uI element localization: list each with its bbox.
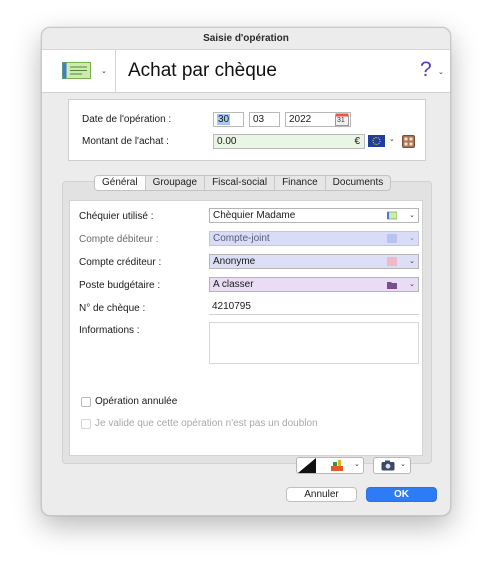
window-title: Saisie d'opération: [203, 33, 289, 44]
credit-account-label: Compte créditeur :: [79, 257, 162, 268]
cheque-icon: [62, 62, 91, 79]
cheque-number-field[interactable]: 4210795: [209, 300, 419, 315]
chevron-down-icon: ⌄: [400, 461, 406, 468]
checkbook-label: Chéquier utilisé :: [79, 211, 154, 222]
dialog-header: ⌄ Achat par chèque ? ⌄: [42, 49, 450, 93]
chevron-down-icon: ⌄: [409, 212, 415, 219]
not-duplicate-checkbox[interactable]: [81, 419, 91, 429]
scan-document-button[interactable]: ⌄: [373, 457, 411, 474]
date-day-field[interactable]: 30: [213, 112, 244, 127]
calendar-day-text: 31: [337, 117, 345, 124]
budget-item-label: Poste budgétaire :: [79, 280, 161, 291]
chevron-down-icon[interactable]: ⌄: [438, 68, 444, 76]
chevron-down-icon: ⌄: [354, 461, 360, 468]
general-tab-panel: Chéquier utilisé : Chèquier Madame ⌄ Com…: [69, 200, 423, 474]
calculator-icon[interactable]: [402, 135, 415, 148]
chevron-down-icon: ⌄: [389, 136, 395, 143]
credit-account-select[interactable]: Anonyme ⌄: [209, 254, 419, 269]
tab-general[interactable]: Général: [95, 176, 146, 190]
date-amount-panel: Date de l'opération : 30 03 2022 31 Mont…: [68, 99, 426, 161]
eu-flag-icon: [368, 135, 385, 147]
cheque-number-label: N° de chèque :: [79, 303, 146, 314]
debit-account-select[interactable]: Compte-joint ⌄: [209, 231, 419, 246]
cancelled-checkbox[interactable]: [81, 397, 91, 407]
checkbook-select[interactable]: Chèquier Madame ⌄: [209, 208, 419, 223]
ok-button[interactable]: OK: [366, 487, 437, 502]
amount-field[interactable]: 0.00 €: [213, 134, 365, 149]
account-color-icon: [387, 234, 397, 243]
chevron-down-icon: ⌄: [409, 281, 415, 288]
operation-type-selector[interactable]: ⌄: [42, 50, 116, 93]
color-tag-button[interactable]: ⌄: [296, 457, 364, 474]
not-duplicate-label: Je valide que cette opération n'est pas …: [95, 418, 318, 429]
help-icon[interactable]: ?: [420, 58, 432, 82]
tab-documents[interactable]: Documents: [326, 176, 391, 190]
payee-color-icon: [387, 257, 397, 266]
budget-item-select[interactable]: A classer ⌄: [209, 277, 419, 292]
calendar-icon[interactable]: 31: [335, 113, 349, 126]
chevron-down-icon: ⌄: [101, 68, 107, 75]
currency-symbol: €: [354, 136, 360, 147]
information-label: Informations :: [79, 325, 140, 336]
information-textarea[interactable]: [209, 322, 419, 364]
camera-icon: [381, 460, 395, 471]
paint-brush-icon: [331, 460, 343, 471]
amount-label: Montant de l'achat :: [82, 136, 169, 147]
currency-selector[interactable]: ⌄: [368, 135, 398, 148]
date-month-field[interactable]: 03: [249, 112, 280, 127]
chevron-down-icon: ⌄: [409, 258, 415, 265]
date-label: Date de l'opération :: [82, 114, 172, 125]
chevron-down-icon: ⌄: [409, 235, 415, 242]
tab-groupage[interactable]: Groupage: [146, 176, 206, 190]
cheque-icon: [387, 211, 397, 220]
cancelled-label: Opération annulée: [95, 396, 178, 407]
tab-bar: Général Groupage Fiscal-social Finance D…: [94, 175, 392, 191]
debit-account-label: Compte débiteur :: [79, 234, 159, 245]
folder-icon: [387, 282, 397, 289]
triangle-swatch-icon: [298, 458, 316, 473]
tab-fiscal-social[interactable]: Fiscal-social: [205, 176, 276, 190]
cancel-button[interactable]: Annuler: [286, 487, 357, 502]
operation-title: Achat par chèque: [128, 60, 277, 81]
operation-dialog: Saisie d'opération ⌄ Achat par chèque ? …: [41, 27, 451, 516]
tab-finance[interactable]: Finance: [275, 176, 326, 190]
